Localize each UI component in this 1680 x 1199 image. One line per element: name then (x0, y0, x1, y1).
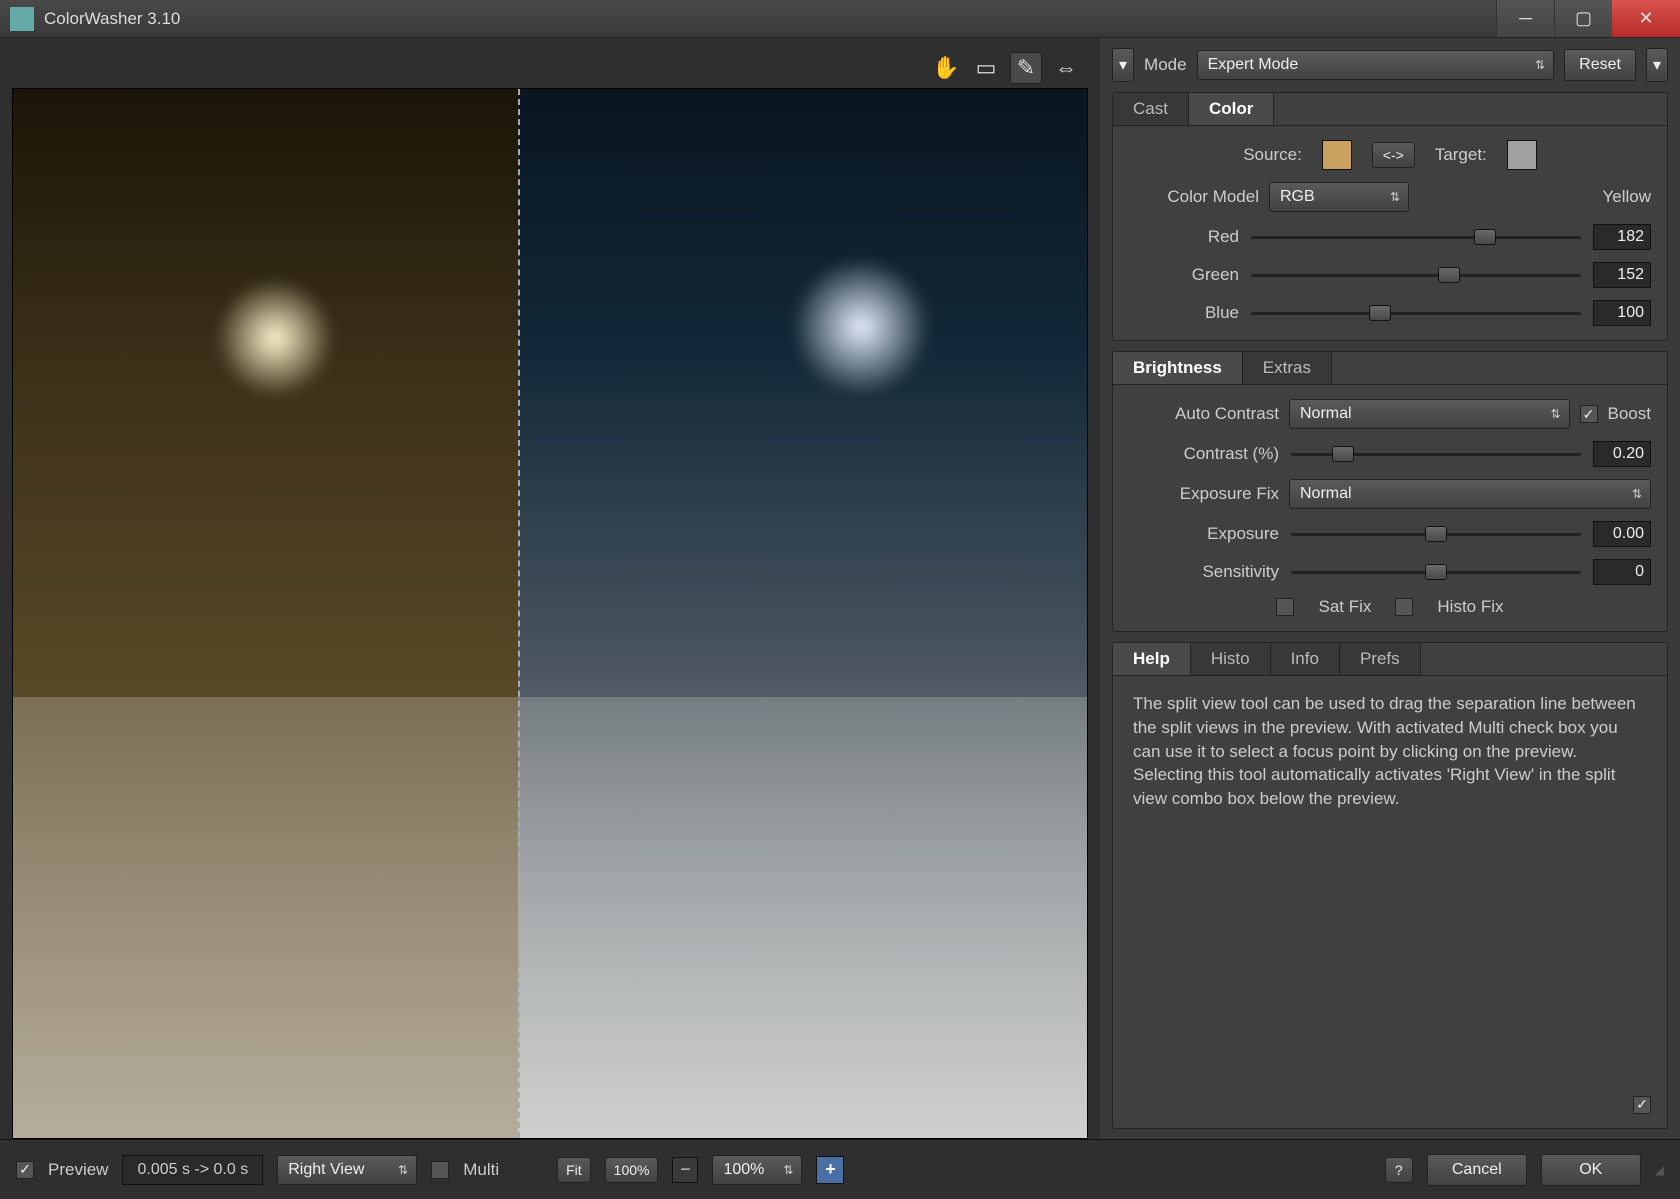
red-label: Red (1129, 227, 1239, 247)
source-swatch[interactable] (1322, 140, 1352, 170)
preview-label: Preview (48, 1160, 108, 1180)
mode-label: Mode (1144, 55, 1187, 75)
red-value[interactable]: 182 (1593, 224, 1651, 250)
sensitivity-slider[interactable] (1291, 562, 1581, 582)
reset-menu-button[interactable]: ▾ (1646, 48, 1668, 82)
green-slider-row: Green 152 (1129, 262, 1651, 288)
boost-checkbox[interactable]: ✓ (1580, 405, 1598, 423)
window-controls: ─ ▢ ✕ (1496, 0, 1680, 37)
marquee-tool-icon[interactable]: ▭ (970, 52, 1002, 84)
tab-extras[interactable]: Extras (1243, 352, 1332, 384)
maximize-button[interactable]: ▢ (1554, 0, 1612, 37)
auto-contrast-select[interactable]: Normal (1289, 399, 1570, 429)
app-window: ColorWasher 3.10 ─ ▢ ✕ ✋ ▭ ✎ ⇔ (0, 0, 1680, 1199)
color-model-label: Color Model (1129, 187, 1259, 207)
green-label: Green (1129, 265, 1239, 285)
contrast-label: Contrast (%) (1129, 444, 1279, 464)
histo-fix-label: Histo Fix (1437, 597, 1503, 617)
exposure-value[interactable]: 0.00 (1593, 521, 1651, 547)
reset-button[interactable]: Reset (1564, 49, 1636, 81)
brightness-panel: Brightness Extras Auto Contrast Normal ✓… (1112, 351, 1668, 632)
green-slider[interactable] (1251, 265, 1581, 285)
source-label: Source: (1243, 145, 1302, 165)
tab-cast[interactable]: Cast (1113, 93, 1189, 125)
help-toggle-checkbox[interactable]: ✓ (1633, 1096, 1651, 1114)
bottom-bar: ✓ Preview 0.005 s -> 0.0 s Right View Mu… (0, 1139, 1680, 1199)
split-view-tool-icon[interactable]: ⇔ (1050, 52, 1082, 84)
mode-row: ▾ Mode Expert Mode Reset ▾ (1112, 48, 1668, 82)
tab-histo[interactable]: Histo (1191, 643, 1271, 675)
blue-slider[interactable] (1251, 303, 1581, 323)
tab-help[interactable]: Help (1113, 643, 1191, 675)
blue-slider-row: Blue 100 (1129, 300, 1651, 326)
sensitivity-value[interactable]: 0 (1593, 559, 1651, 585)
exposure-label: Exposure (1129, 524, 1279, 544)
sat-fix-label: Sat Fix (1318, 597, 1371, 617)
contrast-value[interactable]: 0.20 (1593, 441, 1651, 467)
mode-select[interactable]: Expert Mode (1197, 50, 1555, 80)
swap-button[interactable]: <-> (1372, 142, 1415, 168)
sensitivity-label: Sensitivity (1129, 562, 1279, 582)
tab-prefs[interactable]: Prefs (1340, 643, 1421, 675)
tab-color[interactable]: Color (1189, 93, 1274, 125)
exposure-fix-select[interactable]: Normal (1289, 479, 1651, 509)
contrast-slider[interactable] (1291, 444, 1581, 464)
split-handle[interactable] (518, 89, 520, 1138)
zoom-display-1[interactable]: 100% (605, 1157, 659, 1183)
window-title: ColorWasher 3.10 (44, 9, 1496, 29)
mode-menu-button[interactable]: ▾ (1112, 48, 1134, 82)
fit-button[interactable]: Fit (557, 1157, 591, 1183)
tab-brightness[interactable]: Brightness (1113, 352, 1243, 384)
zoom-minus-button[interactable]: − (672, 1157, 698, 1183)
app-icon (10, 7, 34, 31)
close-button[interactable]: ✕ (1612, 0, 1680, 37)
green-value[interactable]: 152 (1593, 262, 1651, 288)
content: ✋ ▭ ✎ ⇔ ▾ Mode Expert Mode R (0, 38, 1680, 1139)
titlebar[interactable]: ColorWasher 3.10 ─ ▢ ✕ (0, 0, 1680, 38)
minimize-button[interactable]: ─ (1496, 0, 1554, 37)
zoom-select[interactable]: 100% (712, 1155, 802, 1185)
red-slider[interactable] (1251, 227, 1581, 247)
histo-fix-checkbox[interactable] (1395, 598, 1413, 616)
preview-toolbar: ✋ ▭ ✎ ⇔ (12, 48, 1088, 88)
cast-color-panel: Cast Color Source: <-> Target: Color Mod… (1112, 92, 1668, 341)
help-panel: Help Histo Info Prefs The split view too… (1112, 642, 1668, 1129)
resize-grip-icon[interactable]: ◢ (1655, 1163, 1664, 1177)
color-hint: Yellow (1602, 187, 1651, 207)
preview-area[interactable] (12, 88, 1088, 1139)
cancel-button[interactable]: Cancel (1427, 1154, 1527, 1186)
blue-value[interactable]: 100 (1593, 300, 1651, 326)
tab-info[interactable]: Info (1271, 643, 1340, 675)
zoom-plus-button[interactable]: + (816, 1156, 844, 1184)
preview-checkbox[interactable]: ✓ (16, 1161, 34, 1179)
blue-label: Blue (1129, 303, 1239, 323)
controls-pane: ▾ Mode Expert Mode Reset ▾ Cast Color So… (1100, 38, 1680, 1139)
color-model-select[interactable]: RGB (1269, 182, 1409, 212)
sat-fix-checkbox[interactable] (1276, 598, 1294, 616)
eyedropper-tool-icon[interactable]: ✎ (1010, 52, 1042, 84)
hand-tool-icon[interactable]: ✋ (930, 52, 962, 84)
help-text: The split view tool can be used to drag … (1129, 690, 1651, 813)
preview-pane: ✋ ▭ ✎ ⇔ (0, 38, 1100, 1139)
help-button[interactable]: ? (1385, 1157, 1413, 1183)
red-slider-row: Red 182 (1129, 224, 1651, 250)
timing-display: 0.005 s -> 0.0 s (122, 1155, 263, 1185)
multi-checkbox[interactable] (431, 1161, 449, 1179)
exposure-fix-label: Exposure Fix (1129, 484, 1279, 504)
ok-button[interactable]: OK (1541, 1154, 1641, 1186)
multi-label: Multi (463, 1160, 499, 1180)
auto-contrast-label: Auto Contrast (1129, 404, 1279, 424)
boost-label: Boost (1608, 404, 1651, 424)
target-label: Target: (1435, 145, 1487, 165)
view-select[interactable]: Right View (277, 1155, 417, 1185)
exposure-slider[interactable] (1291, 524, 1581, 544)
target-swatch[interactable] (1507, 140, 1537, 170)
